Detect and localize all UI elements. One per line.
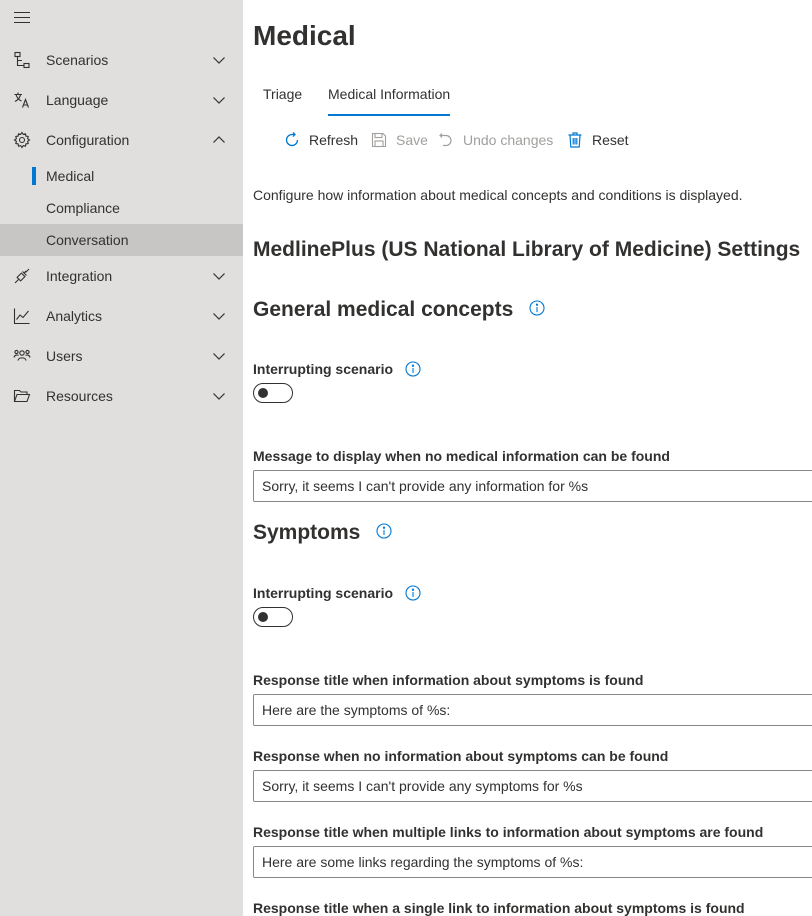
info-icon[interactable] (405, 361, 421, 380)
refresh-label: Refresh (309, 132, 359, 148)
language-icon (13, 91, 31, 109)
chevron-down-icon (212, 309, 226, 323)
symptoms-not-found-input[interactable] (253, 770, 812, 802)
page-description: Configure how information about medical … (253, 187, 743, 203)
gear-icon (13, 131, 31, 149)
main-content: Medical Triage Medical Information Refre… (243, 0, 812, 916)
chart-icon (13, 307, 31, 325)
info-icon[interactable] (376, 521, 392, 545)
chevron-up-icon (212, 133, 226, 147)
sidebar-item-language[interactable]: Language (0, 82, 243, 118)
sidebar-item-analytics[interactable]: Analytics (0, 298, 243, 334)
chevron-down-icon (212, 269, 226, 283)
save-icon (370, 131, 388, 149)
sidebar-item-users[interactable]: Users (0, 338, 243, 374)
symptoms-heading-text: Symptoms (253, 521, 361, 544)
sidebar-item-label: Integration (46, 268, 113, 284)
general-message-label: Message to display when no medical infor… (253, 448, 670, 464)
folder-icon (13, 387, 31, 405)
symptoms-found-title-input[interactable] (253, 694, 812, 726)
sidebar-item-label: Users (46, 348, 83, 364)
undo-label: Undo changes (463, 132, 554, 148)
toggle-knob (258, 388, 268, 398)
tab-triage[interactable]: Triage (263, 86, 302, 116)
plug-icon (13, 267, 31, 285)
undo-icon (437, 131, 455, 149)
chevron-down-icon (212, 93, 226, 107)
symptoms-single-link-label: Response title when a single link to inf… (253, 900, 745, 916)
section-title: MedlinePlus (US National Library of Medi… (253, 238, 801, 261)
sidebar-item-configuration[interactable]: Configuration (0, 122, 243, 158)
sidebar-item-label: Language (46, 92, 109, 108)
sidebar-item-integration[interactable]: Integration (0, 258, 243, 294)
trash-icon (566, 131, 584, 149)
save-label: Save (396, 132, 428, 148)
sidebar-subitem-label: Conversation (46, 232, 129, 248)
chevron-down-icon (212, 53, 226, 67)
sidebar-subitem-label: Medical (46, 168, 95, 184)
tab-medical-information[interactable]: Medical Information (328, 86, 451, 116)
sidebar: Scenarios Language Configuration Medical… (0, 0, 243, 916)
hamburger-menu-icon[interactable] (14, 12, 32, 28)
symptoms-interrupting-toggle[interactable] (253, 607, 293, 627)
general-interrupting-toggle[interactable] (253, 383, 293, 403)
symptoms-multi-links-input[interactable] (253, 846, 812, 878)
sidebar-item-resources[interactable]: Resources (0, 378, 243, 414)
general-heading-text: General medical concepts (253, 298, 514, 321)
page-title: Medical (253, 20, 356, 51)
symptoms-not-found-label: Response when no information about sympt… (253, 748, 669, 764)
reset-label: Reset (592, 132, 629, 148)
symptoms-interrupting-text: Interrupting scenario (253, 585, 394, 602)
info-icon[interactable] (529, 298, 545, 322)
chevron-down-icon (212, 389, 226, 403)
sidebar-subitem-compliance[interactable]: Compliance (0, 192, 243, 224)
symptoms-multi-links-label: Response title when multiple links to in… (253, 824, 764, 840)
general-interrupting-text: Interrupting scenario (253, 361, 394, 378)
sidebar-subitem-medical[interactable]: Medical (0, 160, 243, 192)
general-interrupting-label: Interrupting scenario (253, 361, 421, 380)
refresh-button[interactable]: Refresh (283, 128, 358, 152)
reset-button[interactable]: Reset (566, 128, 629, 152)
general-message-input[interactable] (253, 470, 812, 502)
refresh-icon (283, 131, 301, 149)
toggle-knob (258, 612, 268, 622)
scenarios-icon (13, 51, 31, 69)
symptoms-heading: Symptoms (253, 521, 392, 545)
sidebar-subitem-label: Compliance (46, 200, 120, 216)
chevron-down-icon (212, 349, 226, 363)
symptoms-found-title-label: Response title when information about sy… (253, 672, 644, 688)
users-icon (13, 347, 31, 365)
sidebar-item-label: Analytics (46, 308, 103, 324)
symptoms-interrupting-label: Interrupting scenario (253, 585, 421, 604)
undo-changes-button[interactable]: Undo changes (437, 128, 553, 152)
info-icon[interactable] (405, 585, 421, 604)
sidebar-item-scenarios[interactable]: Scenarios (0, 42, 243, 78)
general-medical-concepts-heading: General medical concepts (253, 298, 545, 322)
save-button[interactable]: Save (370, 128, 428, 152)
sidebar-subitem-conversation[interactable]: Conversation (0, 224, 243, 256)
sidebar-item-label: Configuration (46, 132, 130, 148)
sidebar-item-label: Scenarios (46, 52, 109, 68)
sidebar-item-label: Resources (46, 388, 113, 404)
